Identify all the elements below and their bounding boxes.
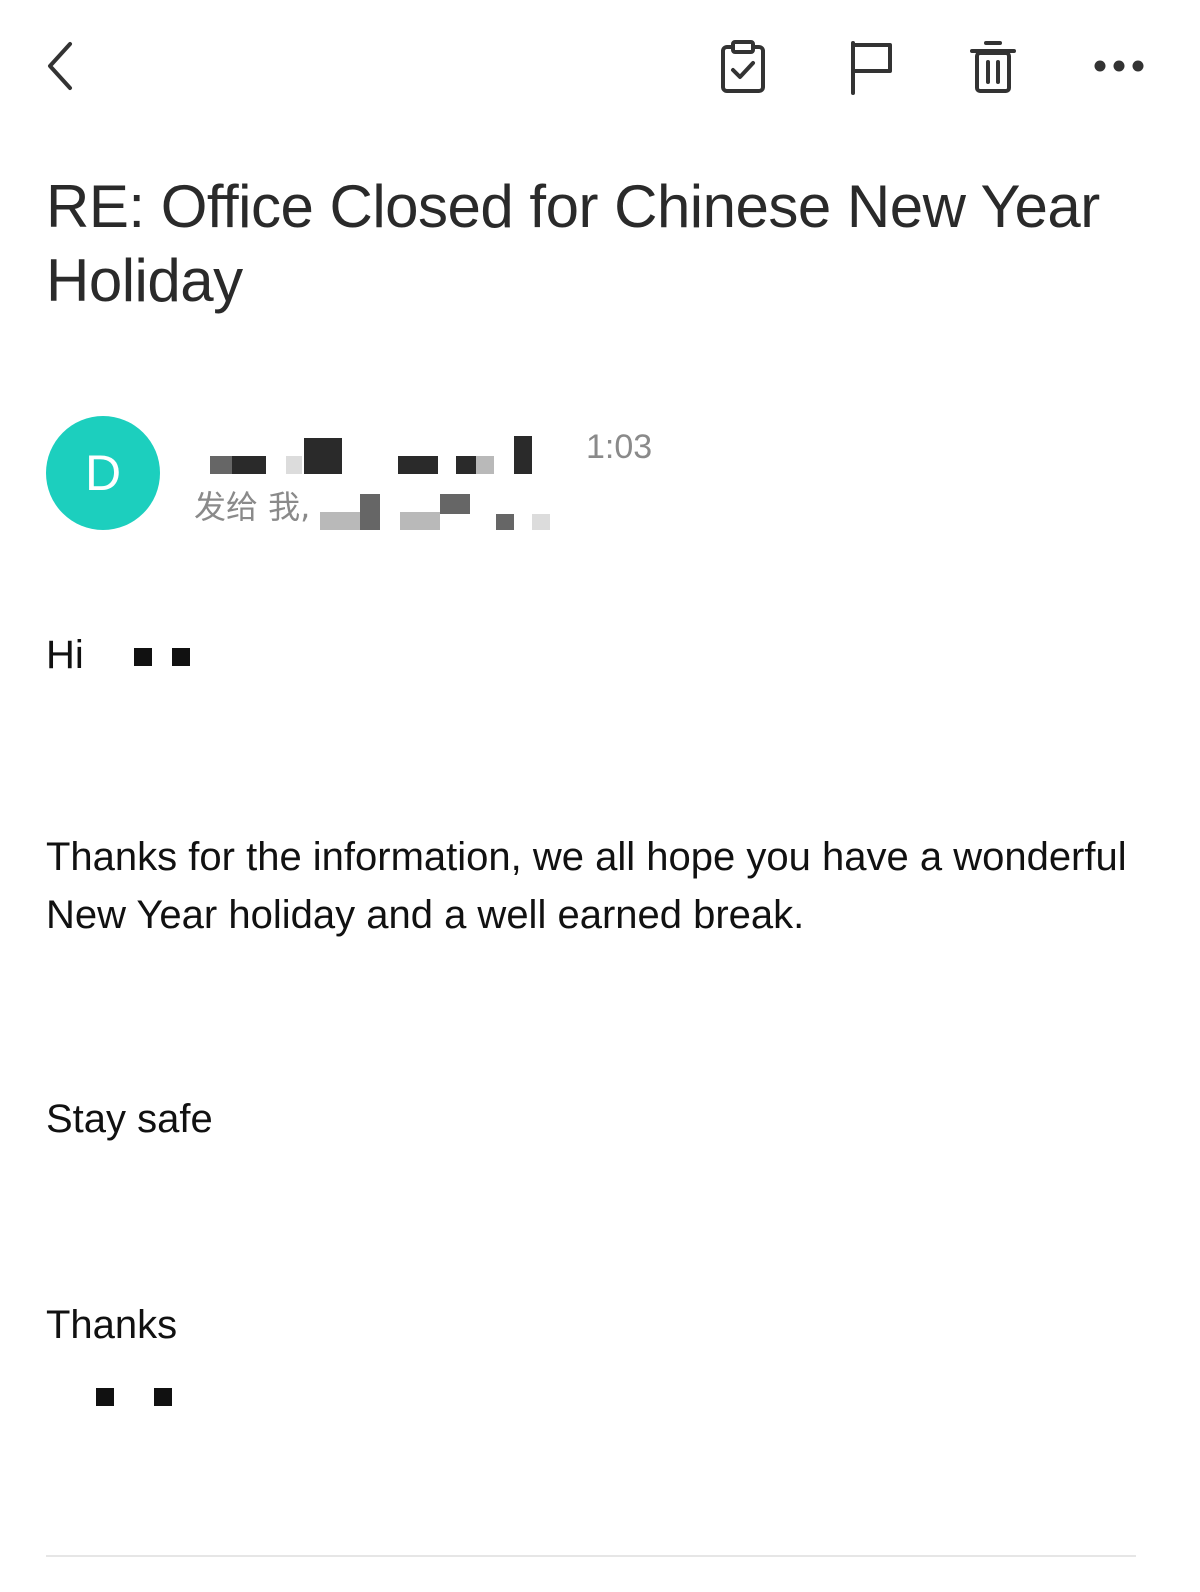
clipboard-check-icon [721,40,765,93]
add-task-button[interactable] [712,36,774,98]
top-toolbar [0,0,1200,130]
sender-avatar[interactable]: D [46,416,160,530]
trash-icon [970,41,1016,93]
email-closing: Thanks [46,1303,178,1347]
flag-icon [851,41,892,95]
email-greeting: Hi [46,633,84,677]
recipient-prefix: 发给 我, [194,488,311,526]
signature-redacted [96,1388,176,1410]
chevron-left-icon [48,42,72,90]
email-paragraph-2: Stay safe [46,1097,213,1141]
content-divider [46,1555,1136,1557]
delete-button[interactable] [962,36,1024,98]
sender-info: D 1:03 发给 我, [46,416,1146,536]
ellipsis-icon [1094,60,1144,72]
flag-button[interactable] [838,36,900,98]
greeting-name-redacted [134,648,194,668]
email-paragraph-1: Thanks for the information, we all hope … [46,835,1127,937]
more-options-button[interactable] [1088,40,1150,92]
sent-time: 1:03 [586,428,653,466]
email-subject: RE: Office Closed for Chinese New Year H… [46,173,1100,314]
back-button[interactable] [30,34,90,98]
